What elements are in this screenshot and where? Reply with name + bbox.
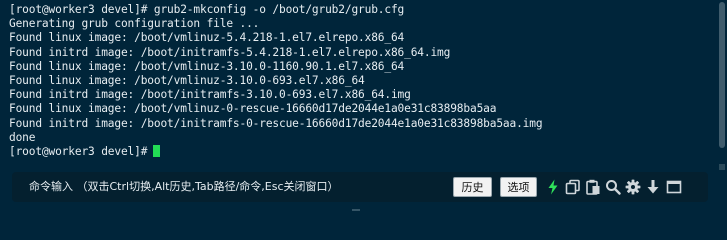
terminal-line: Found linux image: /boot/vmlinuz-5.4.218… xyxy=(9,31,405,45)
history-button[interactable]: 历史 xyxy=(453,177,492,197)
lightning-icon[interactable] xyxy=(545,179,561,195)
terminal-cursor xyxy=(153,144,161,157)
resize-handle[interactable] xyxy=(352,209,360,211)
scrollbar-thumb[interactable] xyxy=(719,2,725,148)
paste-icon[interactable] xyxy=(585,179,601,195)
options-button[interactable]: 选项 xyxy=(500,177,537,197)
terminal-line: Found linux image: /boot/vmlinuz-3.10.0-… xyxy=(9,73,365,87)
terminal-output[interactable]: [root@worker3 devel]# grub2-mkconfig -o … xyxy=(0,0,712,172)
terminal-prompt-line: [root@worker3 devel]# xyxy=(9,144,712,159)
command-input-bar[interactable]: 命令输入 （双击Ctrl切换,Alt历史,Tab路径/命令,Esc关闭窗口） 历… xyxy=(12,172,708,202)
search-icon[interactable] xyxy=(605,179,621,195)
scrollbar-end xyxy=(719,164,725,170)
terminal-line: [root@worker3 devel]# grub2-mkconfig -o … xyxy=(9,3,405,16)
window-icon[interactable] xyxy=(666,179,682,195)
terminal-line: Generating grub configuration file ... xyxy=(9,17,260,31)
terminal-line: Found linux image: /boot/vmlinuz-0-rescu… xyxy=(9,102,497,116)
terminal-line: Found initrd image: /boot/initramfs-0-re… xyxy=(9,116,543,130)
panel-bottom xyxy=(12,202,708,213)
arrow-down-icon[interactable] xyxy=(645,179,661,195)
terminal-scrollbar[interactable] xyxy=(717,2,726,170)
terminal-line: Found linux image: /boot/vmlinuz-3.10.0-… xyxy=(9,59,405,73)
terminal-prompt: [root@worker3 devel]# xyxy=(9,144,148,158)
command-input[interactable]: 命令输入 （双击Ctrl切换,Alt历史,Tab路径/命令,Esc关闭窗口） xyxy=(29,172,339,202)
terminal-line: Found initrd image: /boot/initramfs-3.10… xyxy=(9,88,411,102)
gear-icon[interactable] xyxy=(625,179,641,195)
terminal-line: Found initrd image: /boot/initramfs-5.4.… xyxy=(9,45,451,59)
terminal-line: done xyxy=(9,130,36,144)
copy-icon[interactable] xyxy=(565,179,581,195)
